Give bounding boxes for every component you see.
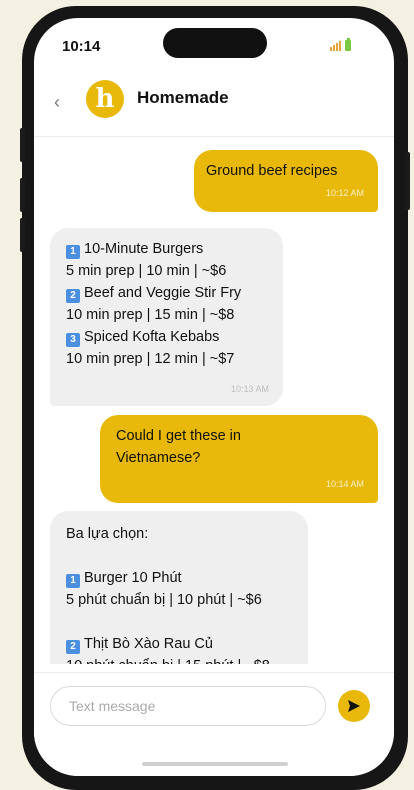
phone-screen: 10:14 ‹ h Homemade Ground beef recipes 1…	[34, 18, 394, 776]
phone-side-button	[20, 178, 25, 212]
message-line: 10 phút chuẩn bị | 15 phút | ~$8	[66, 655, 298, 664]
message-bubble-outgoing: Ground beef recipes 10:12 AM	[194, 150, 378, 212]
send-icon	[348, 700, 360, 712]
message-line: 1 Burger 10 Phút	[66, 567, 298, 589]
message-input[interactable]	[50, 686, 326, 726]
battery-icon	[345, 38, 351, 51]
keycap-number-icon: 3	[66, 333, 80, 347]
signal-icon	[330, 40, 341, 51]
avatar: h	[86, 80, 124, 118]
message-time: 10:13 AM	[230, 384, 269, 394]
message-line: 5 min prep | 10 min | ~$6	[66, 263, 227, 279]
message-line: Ba lựa chọn:	[66, 526, 149, 542]
message-text: Could I get these in	[116, 428, 241, 444]
status-time: 10:14	[62, 38, 101, 55]
message-line: 10 min prep | 12 min | ~$7	[66, 351, 235, 367]
home-indicator	[142, 762, 288, 766]
status-icons	[330, 38, 351, 51]
message-list[interactable]: Ground beef recipes 10:12 AM 1 10-Minute …	[34, 137, 394, 664]
message-line: 1 10-Minute Burgers	[66, 238, 273, 260]
chat-title: Homemade	[137, 88, 229, 107]
send-button[interactable]	[338, 690, 370, 722]
message-line: 5 phút chuẩn bị | 10 phút | ~$6	[66, 592, 262, 608]
message-line: 10 min prep | 15 min | ~$8	[66, 307, 235, 323]
message-bubble-incoming: Ba lựa chọn: 1 Burger 10 Phút 5 phút chuẩ…	[50, 511, 308, 664]
notch	[163, 28, 267, 58]
composer	[34, 672, 394, 776]
phone-side-button	[20, 218, 25, 252]
message-line: 2 Thịt Bò Xào Rau Củ	[66, 633, 298, 655]
message-time: 10:12 AM	[325, 188, 364, 198]
message-line: 3 Spiced Kofta Kebabs	[66, 326, 273, 348]
message-text: Vietnamese?	[116, 450, 201, 466]
keycap-number-icon: 1	[66, 574, 80, 588]
phone-side-button	[405, 152, 410, 210]
keycap-number-icon: 1	[66, 245, 80, 259]
message-line: 2 Beef and Veggie Stir Fry	[66, 282, 273, 304]
phone-side-button	[20, 128, 25, 162]
message-bubble-incoming: 1 10-Minute Burgers 5 min prep | 10 min |…	[50, 228, 283, 406]
keycap-number-icon: 2	[66, 289, 80, 303]
message-text: Ground beef recipes	[206, 163, 338, 179]
keycap-number-icon: 2	[66, 640, 80, 654]
message-bubble-outgoing: Could I get these in Vietnamese? 10:14 A…	[100, 415, 378, 503]
logo-letter: h	[95, 84, 115, 114]
chevron-left-icon[interactable]: ‹	[54, 92, 60, 113]
chat-header: ‹ h Homemade	[34, 74, 394, 137]
message-time: 10:14 AM	[325, 479, 364, 489]
